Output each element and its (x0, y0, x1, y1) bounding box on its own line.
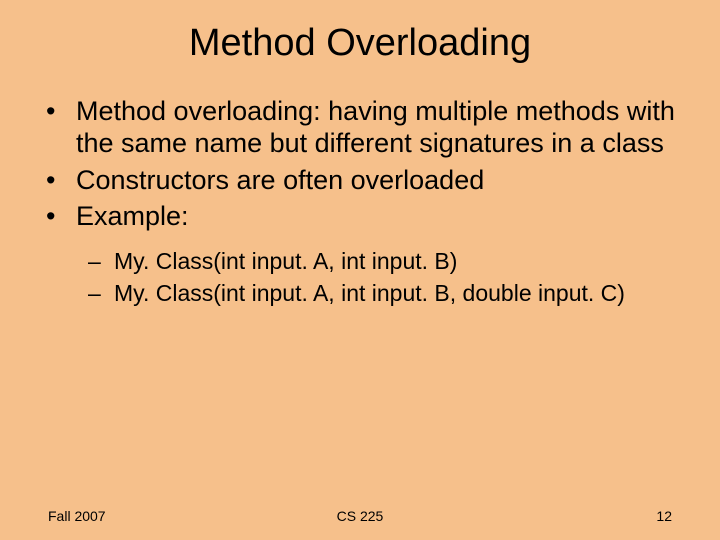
bullet-item: Constructors are often overloaded (40, 164, 680, 196)
sub-bullet-item: My. Class(int input. A, int input. B) (88, 247, 680, 276)
footer-center: CS 225 (337, 508, 384, 524)
slide-footer: Fall 2007 CS 225 12 (0, 508, 720, 524)
slide-title: Method Overloading (0, 0, 720, 65)
bullet-item: Method overloading: having multiple meth… (40, 95, 680, 160)
slide-body: Method overloading: having multiple meth… (0, 65, 720, 308)
slide: Method Overloading Method overloading: h… (0, 0, 720, 540)
footer-right: 12 (656, 508, 672, 524)
sub-bullet-list: My. Class(int input. A, int input. B) My… (40, 247, 680, 309)
bullet-list: Method overloading: having multiple meth… (40, 95, 680, 233)
footer-left: Fall 2007 (48, 508, 106, 524)
sub-bullet-item: My. Class(int input. A, int input. B, do… (88, 279, 680, 308)
bullet-item: Example: (40, 200, 680, 232)
